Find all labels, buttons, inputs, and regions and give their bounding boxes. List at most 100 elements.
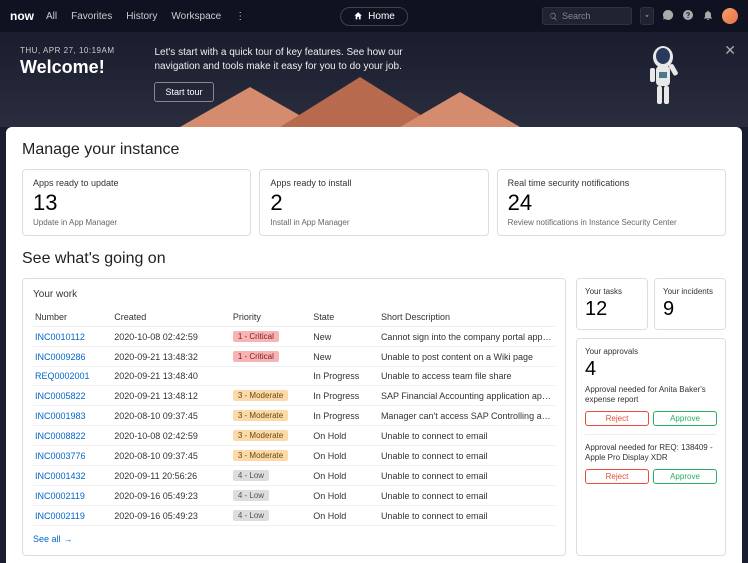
search-placeholder: Search: [562, 11, 591, 21]
cell-state: New: [311, 347, 379, 367]
reject-button[interactable]: Reject: [585, 411, 649, 426]
approvals-panel: Your approvals 4 Approval needed for Ani…: [576, 338, 726, 556]
ticket-link[interactable]: INC0001432: [33, 466, 112, 486]
nav: All Favorites History Workspace ⋮: [46, 11, 245, 22]
cell-state: On Hold: [311, 446, 379, 466]
hero-title: Welcome!: [20, 57, 114, 78]
approval-item: Approval needed for Anita Baker's expens…: [585, 385, 717, 426]
close-icon[interactable]: ✕: [724, 42, 736, 59]
approval-text: Approval needed for Anita Baker's expens…: [585, 385, 717, 406]
nav-all[interactable]: All: [46, 11, 57, 22]
cell-priority: 3 - Moderate: [231, 406, 311, 426]
priority-badge: 1 - Critical: [233, 351, 279, 362]
stat-num: 12: [585, 298, 639, 321]
stat-num: 9: [663, 298, 717, 321]
ticket-link[interactable]: INC0002119: [33, 506, 112, 526]
cell-priority: 3 - Moderate: [231, 446, 311, 466]
stat-incidents[interactable]: Your incidents 9: [654, 278, 726, 330]
approval-item: Approval needed for REQ: 138409 - Apple …: [585, 434, 717, 484]
chat-icon[interactable]: [662, 9, 674, 24]
table-row[interactable]: INC0008822 2020-10-08 02:42:59 3 - Moder…: [33, 426, 555, 446]
right-tools: Search: [542, 7, 738, 25]
ticket-link[interactable]: INC0009286: [33, 347, 112, 367]
cell-desc: Unable to connect to email: [379, 506, 555, 526]
ticket-link[interactable]: INC0003776: [33, 446, 112, 466]
logo: now: [10, 9, 34, 23]
card-sub: Update in App Manager: [33, 218, 240, 227]
start-tour-button[interactable]: Start tour: [154, 82, 213, 102]
cell-priority: 4 - Low: [231, 486, 311, 506]
ticket-link[interactable]: INC0002119: [33, 486, 112, 506]
stat-label: Your incidents: [663, 287, 717, 296]
cell-created: 2020-09-21 13:48:32: [112, 347, 231, 367]
approve-button[interactable]: Approve: [653, 469, 717, 484]
home-icon: [353, 11, 363, 21]
table-row[interactable]: REQ0002001 2020-09-21 13:48:40 In Progre…: [33, 367, 555, 386]
hero-text: Let's start with a quick tour of key fea…: [154, 46, 404, 74]
card-security[interactable]: Real time security notifications 24 Revi…: [497, 169, 726, 236]
nav-history[interactable]: History: [126, 11, 157, 22]
table-row[interactable]: INC0002119 2020-09-16 05:49:23 4 - Low O…: [33, 486, 555, 506]
cell-created: 2020-09-21 13:48:12: [112, 386, 231, 406]
side-column: Your tasks 12 Your incidents 9 Your appr…: [576, 278, 726, 556]
ticket-link[interactable]: REQ0002001: [33, 367, 112, 386]
topbar: now All Favorites History Workspace ⋮ Ho…: [0, 0, 748, 32]
work-panel: Your work Number Created Priority State …: [22, 278, 566, 556]
ticket-link[interactable]: INC0001983: [33, 406, 112, 426]
table-row[interactable]: INC0010112 2020-10-08 02:42:59 1 - Criti…: [33, 327, 555, 347]
cell-created: 2020-09-16 05:49:23: [112, 486, 231, 506]
table-row[interactable]: INC0001983 2020-08-10 09:37:45 3 - Moder…: [33, 406, 555, 426]
reject-button[interactable]: Reject: [585, 469, 649, 484]
stat-tasks[interactable]: Your tasks 12: [576, 278, 648, 330]
table-row[interactable]: INC0005822 2020-09-21 13:48:12 3 - Moder…: [33, 386, 555, 406]
table-row[interactable]: INC0003776 2020-08-10 09:37:45 3 - Moder…: [33, 446, 555, 466]
see-all-link[interactable]: See all →: [33, 534, 73, 544]
col-state[interactable]: State: [311, 308, 379, 327]
search-input[interactable]: Search: [542, 7, 632, 25]
hero-date: THU, APR 27, 10:19AM: [20, 46, 114, 55]
card-apps-update[interactable]: Apps ready to update 13 Update in App Ma…: [22, 169, 251, 236]
cell-state: In Progress: [311, 406, 379, 426]
arrow-right-icon: →: [64, 534, 73, 544]
ticket-link[interactable]: INC0010112: [33, 327, 112, 347]
col-number[interactable]: Number: [33, 308, 112, 327]
priority-badge: 4 - Low: [233, 510, 269, 521]
cell-desc: Manager can't access SAP Controlling app…: [379, 406, 555, 426]
ticket-link[interactable]: INC0008822: [33, 426, 112, 446]
hero-banner: ✕ THU, APR 27, 10:19AM Welcome! Let's st…: [0, 32, 748, 127]
col-created[interactable]: Created: [112, 308, 231, 327]
cell-created: 2020-09-16 05:49:23: [112, 506, 231, 526]
cell-state: On Hold: [311, 486, 379, 506]
nav-favorites[interactable]: Favorites: [71, 11, 112, 22]
cell-created: 2020-08-10 09:37:45: [112, 446, 231, 466]
search-icon: [549, 12, 558, 21]
search-dropdown[interactable]: [640, 7, 654, 25]
nav-more[interactable]: ⋮: [235, 11, 245, 22]
card-label: Apps ready to install: [270, 178, 477, 188]
table-row[interactable]: INC0001432 2020-09-11 20:56:26 4 - Low O…: [33, 466, 555, 486]
nav-workspace[interactable]: Workspace: [171, 11, 221, 22]
approve-button[interactable]: Approve: [653, 411, 717, 426]
chevron-down-icon: [643, 12, 651, 20]
cell-priority: 1 - Critical: [231, 347, 311, 367]
avatar[interactable]: [722, 8, 738, 24]
cell-state: In Progress: [311, 386, 379, 406]
going-title: See what's going on: [22, 250, 726, 268]
help-icon[interactable]: [682, 9, 694, 24]
bell-icon[interactable]: [702, 9, 714, 24]
ticket-link[interactable]: INC0005822: [33, 386, 112, 406]
cell-desc: Unable to access team file share: [379, 367, 555, 386]
col-priority[interactable]: Priority: [231, 308, 311, 327]
cell-state: On Hold: [311, 466, 379, 486]
card-apps-install[interactable]: Apps ready to install 2 Install in App M…: [259, 169, 488, 236]
table-row[interactable]: INC0002119 2020-09-16 05:49:23 4 - Low O…: [33, 506, 555, 526]
table-row[interactable]: INC0009286 2020-09-21 13:48:32 1 - Criti…: [33, 347, 555, 367]
cell-desc: Unable to connect to email: [379, 446, 555, 466]
home-pill[interactable]: Home: [340, 7, 408, 26]
cell-priority: 3 - Moderate: [231, 426, 311, 446]
cell-priority: 1 - Critical: [231, 327, 311, 347]
card-num: 13: [33, 190, 240, 216]
priority-badge: 4 - Low: [233, 470, 269, 481]
approval-text: Approval needed for REQ: 138409 - Apple …: [585, 443, 717, 464]
col-desc[interactable]: Short Description: [379, 308, 555, 327]
